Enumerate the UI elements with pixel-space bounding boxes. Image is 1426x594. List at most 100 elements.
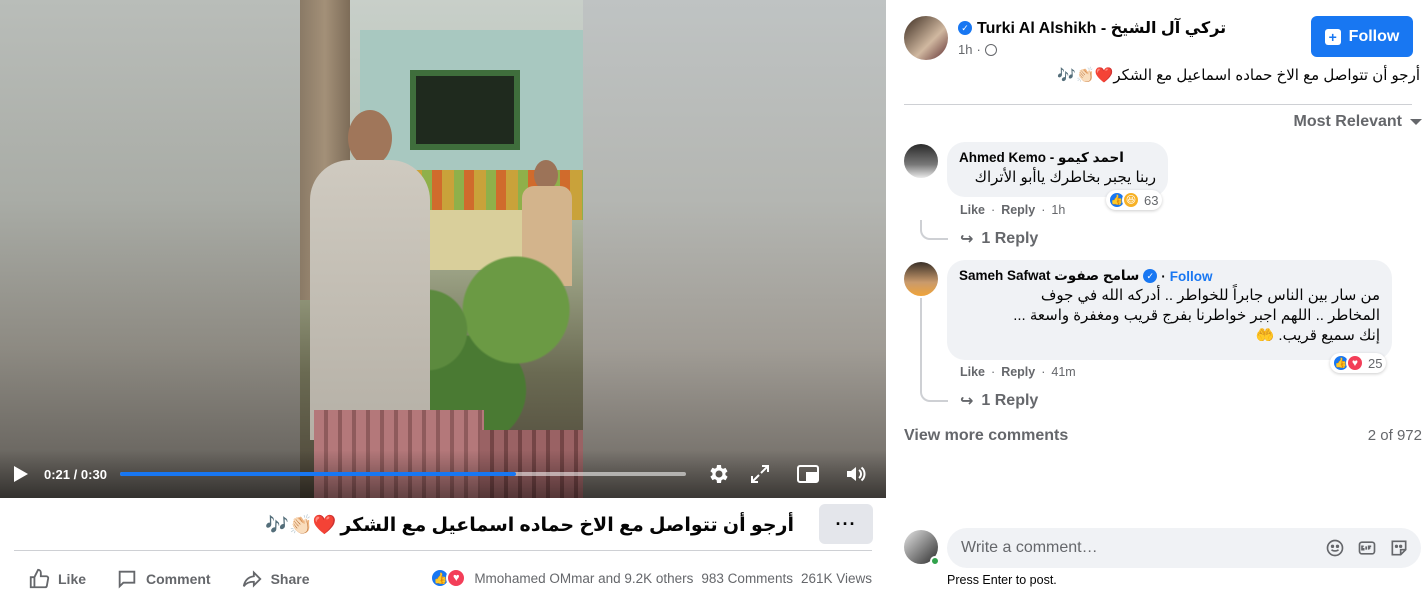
play-icon[interactable] — [14, 466, 28, 482]
post-caption: أرجو أن تتواصل مع الاخ حماده اسماعيل مع … — [1057, 67, 1420, 84]
reaction-icons[interactable]: 👍 ♥ — [430, 568, 467, 588]
commenter-name[interactable]: Ahmed Kemo - احمد كيمو — [959, 150, 1156, 166]
video-blur-right — [583, 0, 886, 498]
comment-text-line-2: المخاطر .. اللهم اجبر خواطرنا بفرج قريب … — [1013, 307, 1380, 324]
reply-arrow-icon: ↪ — [960, 393, 974, 410]
comment-reply-button[interactable]: Reply — [1001, 365, 1035, 379]
video-progress-fill — [120, 472, 517, 476]
facebook-video-post: 0:21 / 0:30 أرجو أن تتواصل مع الاخ حماده… — [0, 0, 1426, 594]
more-options-button[interactable]: ··· — [819, 504, 873, 544]
reply-arrow-icon: ↪ — [960, 231, 974, 248]
comment-time[interactable]: 1h — [1051, 203, 1065, 217]
comment-follow-link[interactable]: Follow — [1170, 269, 1213, 284]
post-title: أرجو أن تتواصل مع الاخ حماده اسماعيل مع … — [14, 510, 794, 540]
comments-count[interactable]: 983 Comments — [701, 571, 793, 586]
comment-label: Comment — [146, 571, 211, 587]
verified-badge-icon: ✓ — [958, 21, 972, 35]
emoji-icon[interactable] — [1325, 538, 1345, 558]
video-singing-man — [310, 110, 430, 440]
time-separator: / — [73, 467, 78, 482]
add-friend-icon: + — [1324, 28, 1341, 45]
view-replies-button[interactable]: ↪ 1 Reply — [960, 391, 1038, 411]
comment-like-button[interactable]: Like — [960, 365, 985, 379]
video-frame — [300, 0, 583, 498]
video-player[interactable]: 0:21 / 0:30 — [0, 0, 886, 498]
gif-icon[interactable] — [1357, 538, 1377, 558]
view-more-comments-link[interactable]: View more comments — [904, 427, 1068, 445]
post-meta: 1h · — [958, 42, 997, 57]
meta-dot: · — [991, 365, 996, 379]
comment-bubble: Ahmed Kemo - احمد كيمو ربنا يجبر بخاطرك … — [947, 142, 1168, 197]
meta-dot: · — [1041, 365, 1046, 379]
reply-thread-curve — [920, 382, 948, 402]
comment-text: ربنا يجبر بخاطرك ياأبو الأتراك — [974, 169, 1156, 186]
video-area: 0:21 / 0:30 أرجو أن تتواصل مع الاخ حماده… — [0, 0, 886, 594]
sticker-icon[interactable] — [1389, 538, 1409, 558]
replies-label: 1 Reply — [981, 392, 1039, 409]
time-current: 0:21 — [44, 467, 71, 482]
post-reactions: 👍 ♥ Mmohamed OMmar and 9.2K others 983 C… — [430, 568, 872, 588]
follow-label: Follow — [1348, 27, 1400, 45]
post-time[interactable]: 1h — [958, 42, 972, 57]
online-status-icon — [930, 556, 940, 566]
comment-bubble: Sameh Safwat سامح صفوت ✓ · Follow من سار… — [947, 260, 1392, 360]
comment-reaction-icons: 👍 😆 — [1108, 191, 1140, 209]
reactions-text[interactable]: Mmohamed OMmar and 9.2K others — [474, 571, 693, 586]
settings-icon[interactable] — [706, 462, 730, 486]
sort-dropdown[interactable]: Most Relevant — [1294, 113, 1422, 131]
meta-dot: · — [991, 203, 996, 217]
like-label: Like — [58, 571, 87, 587]
fullscreen-icon[interactable] — [748, 462, 772, 486]
comment-reaction-icons: 👍 ♥ — [1332, 354, 1364, 372]
share-button[interactable]: Share — [241, 568, 310, 590]
like-button[interactable]: Like — [28, 568, 86, 590]
comment-text-line-1: من سار بين الناس جابراً للخواطر .. أدركه… — [1040, 287, 1380, 304]
comment-button[interactable]: Comment — [116, 568, 211, 590]
author-avatar[interactable] — [904, 16, 948, 60]
comment-composer[interactable] — [947, 528, 1421, 568]
comment-reaction-count: 63 — [1144, 192, 1159, 208]
commenter-name[interactable]: Sameh Safwat سامح صفوت — [959, 268, 1139, 284]
view-replies-button[interactable]: ↪ 1 Reply — [960, 229, 1038, 249]
comment-icon — [118, 570, 136, 589]
video-controls: 0:21 / 0:30 — [0, 450, 886, 498]
verified-badge-icon: ✓ — [1143, 269, 1158, 283]
haha-reaction-icon: 😆 — [1122, 191, 1140, 209]
comment-reactions[interactable]: 👍 ♥ 25 — [1330, 353, 1387, 373]
comment-reply-button[interactable]: Reply — [1001, 203, 1035, 217]
comment-text-line-3: إنك سميع قريب. 🤲 — [1255, 327, 1380, 344]
comment-reaction-count: 25 — [1368, 355, 1383, 371]
commenter-avatar[interactable] — [904, 262, 938, 296]
comments-panel: ✓ Turki Al Alshikh - تركي آل الشيخ 1h · … — [886, 0, 1426, 594]
sort-label: Most Relevant — [1293, 113, 1402, 130]
commenter-avatar[interactable] — [904, 144, 938, 178]
comment-meta: Like · Reply · 1h — [960, 203, 1065, 217]
replies-label: 1 Reply — [981, 230, 1039, 247]
reply-thread-line — [920, 220, 948, 240]
meta-dot: · — [1161, 268, 1166, 284]
comment-input[interactable] — [961, 539, 1313, 557]
thumbs-up-icon — [29, 568, 50, 589]
picture-in-picture-icon[interactable] — [796, 462, 820, 486]
post-title-emojis: ❤️👏🏻🎶 — [265, 515, 337, 536]
volume-icon[interactable] — [844, 462, 868, 486]
comment-reactions[interactable]: 👍 😆 63 — [1106, 190, 1163, 210]
video-time: 0:21 / 0:30 — [44, 467, 107, 482]
comments-pagination: 2 of 972 — [1367, 427, 1422, 444]
globe-icon — [984, 43, 997, 56]
post-actions: Like Comment Share — [28, 566, 340, 592]
meta-dot: · — [976, 42, 981, 57]
video-progress-bar[interactable] — [120, 472, 686, 476]
time-total: 0:30 — [80, 467, 107, 482]
comment-like-button[interactable]: Like — [960, 203, 985, 217]
commenter-name-row: Sameh Safwat سامح صفوت ✓ · Follow — [959, 268, 1380, 284]
reply-thread-line — [920, 298, 922, 382]
follow-button[interactable]: + Follow — [1311, 16, 1413, 57]
author-name[interactable]: Turki Al Alshikh - تركي آل الشيخ — [977, 18, 1226, 38]
comment-time[interactable]: 41m — [1051, 365, 1075, 379]
share-label: Share — [270, 571, 310, 587]
panel-divider — [904, 104, 1412, 105]
post-title-text: أرجو أن تتواصل مع الاخ حماده اسماعيل مع … — [340, 514, 794, 536]
post-divider — [14, 550, 872, 551]
love-reaction-icon: ♥ — [1346, 354, 1364, 372]
